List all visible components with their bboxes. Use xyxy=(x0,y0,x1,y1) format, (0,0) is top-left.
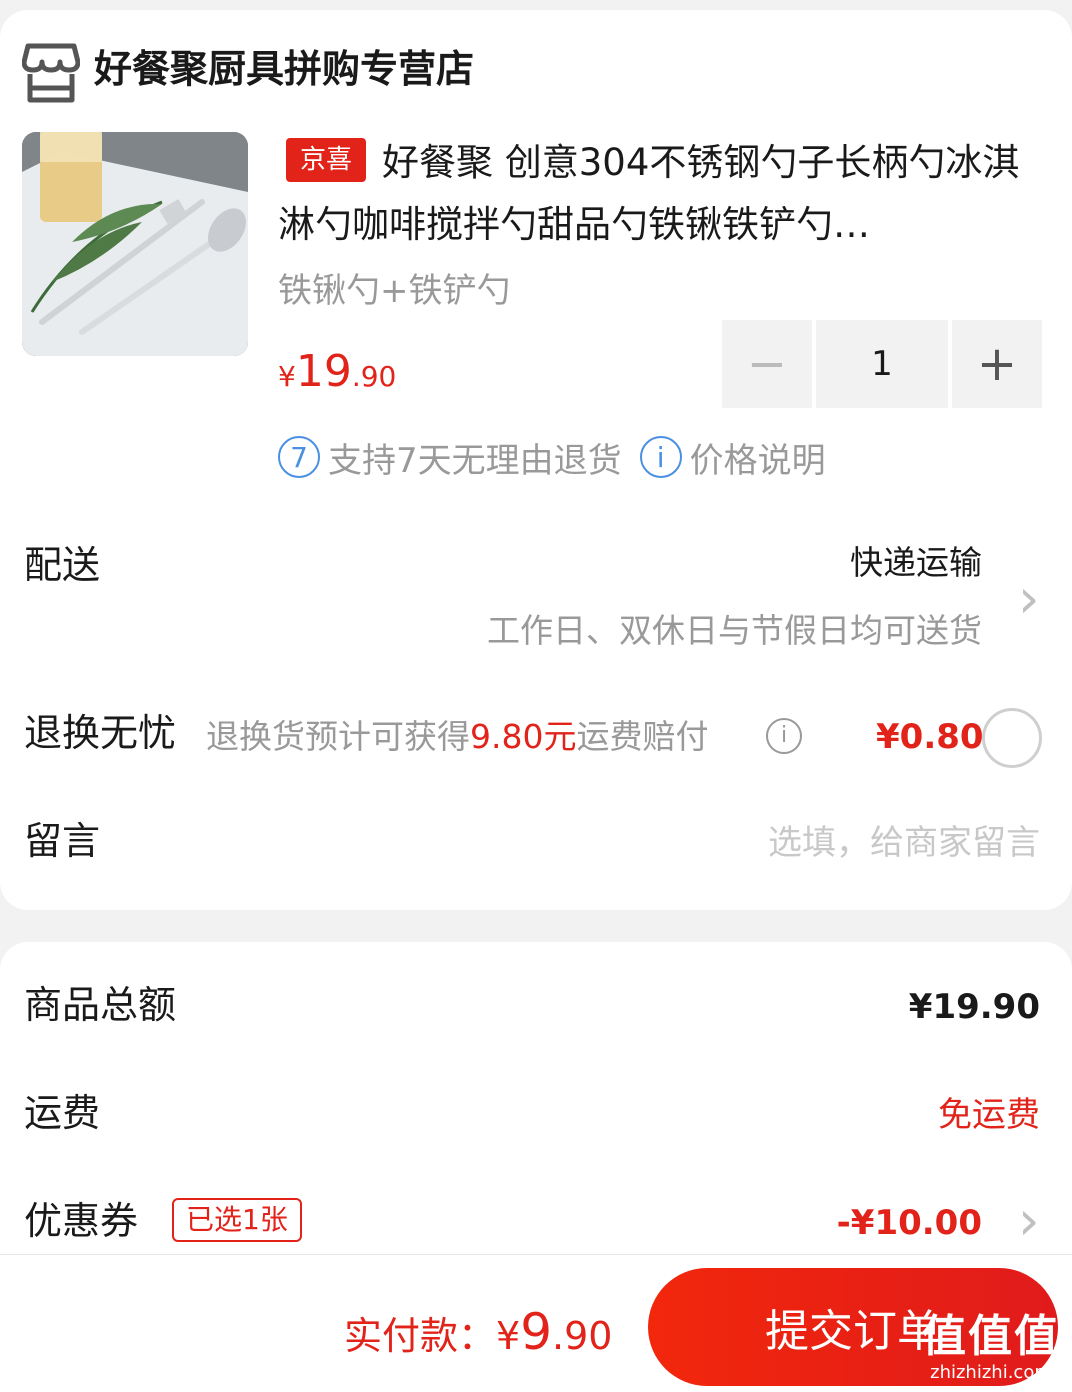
product-image[interactable] xyxy=(22,132,248,356)
exchange-select-radio[interactable] xyxy=(982,708,1042,768)
coupon-label: 优惠券 xyxy=(24,1199,139,1243)
delivery-label: 配送 xyxy=(24,543,101,587)
price-currency: ¥ xyxy=(278,360,296,393)
pay-label: 实付款： xyxy=(344,1314,497,1358)
exchange-note-post: 运费赔付 xyxy=(576,717,709,756)
service-return[interactable]: 支持7天无理由退货 xyxy=(328,433,622,482)
coupon-value[interactable]: -¥10.00 xyxy=(837,1198,982,1248)
pay-amount: 实付款：¥9.90 xyxy=(344,1302,612,1366)
exchange-note-pre: 退换货预计可获得 xyxy=(206,717,470,756)
pay-currency: ¥ xyxy=(496,1314,521,1358)
delivery-note: 工作日、双休日与节假日均可送货 xyxy=(487,611,982,650)
quantity-increase-button[interactable]: + xyxy=(952,320,1042,408)
shipping-value: 免运费 xyxy=(938,1095,1040,1135)
seven-day-return-icon: 7 xyxy=(278,436,320,478)
product-variant[interactable]: 铁锹勺+铁铲勺 xyxy=(278,266,511,316)
product-price: ¥19.90 xyxy=(278,342,396,411)
exchange-label: 退换无忧 xyxy=(24,711,177,755)
chevron-right-icon[interactable]: › xyxy=(1018,572,1040,626)
quantity-decrease-button[interactable]: − xyxy=(722,320,812,408)
price-integer: 19 xyxy=(295,346,352,397)
jingxi-tag: 京喜 xyxy=(286,138,366,182)
message-input[interactable]: 选填，给商家留言 xyxy=(768,818,1040,868)
store-icon xyxy=(22,43,80,103)
exchange-price: ¥0.80 xyxy=(876,717,984,757)
info-icon: i xyxy=(639,436,682,478)
goods-total-value: ¥19.90 xyxy=(908,987,1040,1027)
service-tags: 7 支持7天无理由退货 i 价格说明 xyxy=(278,433,826,482)
coupon-badge: 已选1张 xyxy=(172,1198,302,1242)
shop-name[interactable]: 好餐聚厨具拼购专营店 xyxy=(94,44,474,94)
exchange-note-amount: 9.80元 xyxy=(470,717,577,756)
goods-total-label: 商品总额 xyxy=(24,983,177,1027)
product-photo xyxy=(22,132,248,356)
product-title: 好餐聚 创意304不锈钢勺子长柄勺冰淇淋勺咖啡搅拌勺甜品勺铁锹铁铲勺… xyxy=(278,141,1020,246)
watermark: 值值值 zhizhizhi.com xyxy=(922,1312,1060,1384)
shipping-label: 运费 xyxy=(24,1091,101,1135)
pay-integer: 9 xyxy=(520,1303,553,1361)
delivery-method[interactable]: 快递运输 xyxy=(850,538,982,588)
pay-decimal: .90 xyxy=(552,1314,613,1358)
watermark-url: zhizhizhi.com xyxy=(930,1362,1052,1383)
exchange-note: 退换货预计可获得9.80元运费赔付 xyxy=(206,712,708,762)
quantity-stepper: − 1 + xyxy=(722,320,1042,408)
chevron-right-icon[interactable]: › xyxy=(1018,1194,1040,1248)
watermark-logo: 值值值 xyxy=(922,1311,1060,1362)
exchange-info-icon[interactable]: i xyxy=(766,718,802,754)
price-decimal: .90 xyxy=(351,360,397,393)
product-title-wrap[interactable]: 好餐聚 创意304不锈钢勺子长柄勺冰淇淋勺咖啡搅拌勺甜品勺铁锹铁铲勺… xyxy=(278,132,1028,256)
service-price-note[interactable]: 价格说明 xyxy=(690,433,826,482)
quantity-value[interactable]: 1 xyxy=(816,320,948,408)
message-label: 留言 xyxy=(24,819,101,863)
